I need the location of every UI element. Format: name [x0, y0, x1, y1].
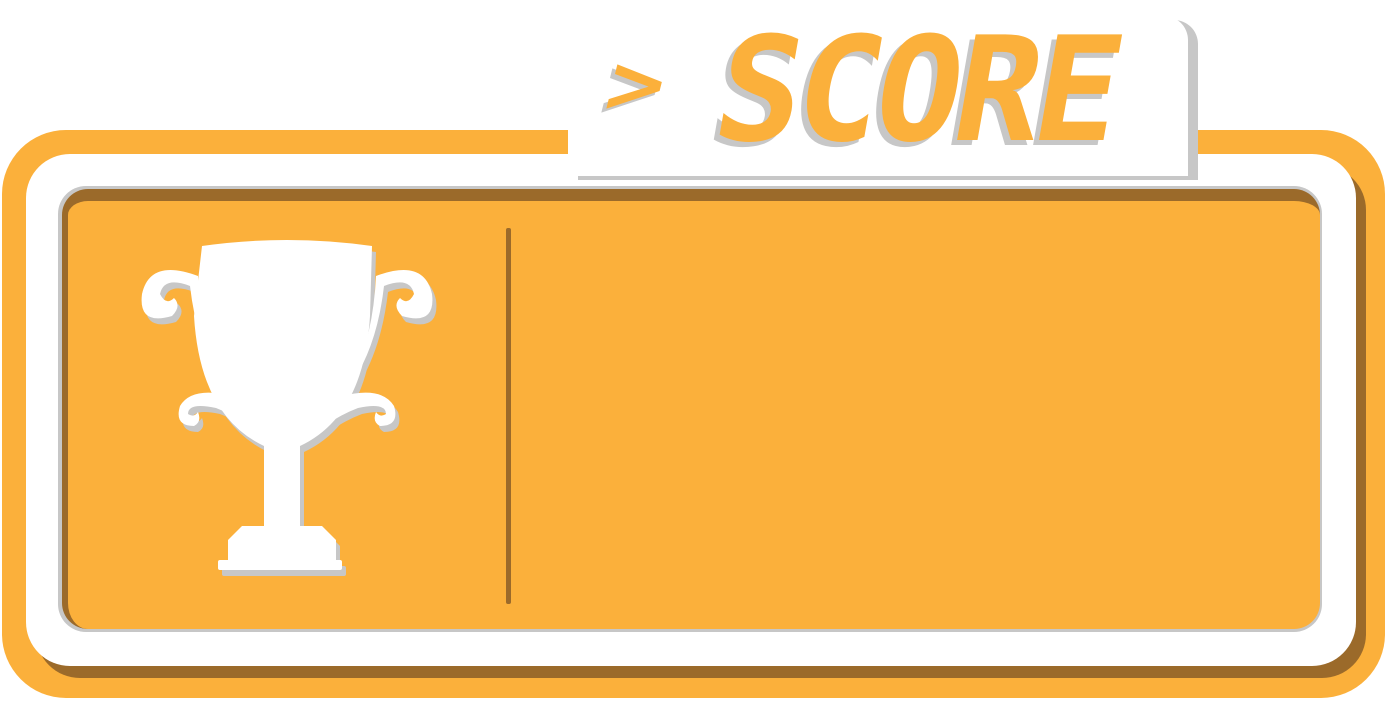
score-value	[540, 228, 1300, 604]
panel-divider	[506, 228, 511, 604]
trophy-icon	[132, 236, 442, 586]
score-title: SCORE	[703, 6, 1131, 175]
score-board: > SCORE	[0, 0, 1389, 701]
